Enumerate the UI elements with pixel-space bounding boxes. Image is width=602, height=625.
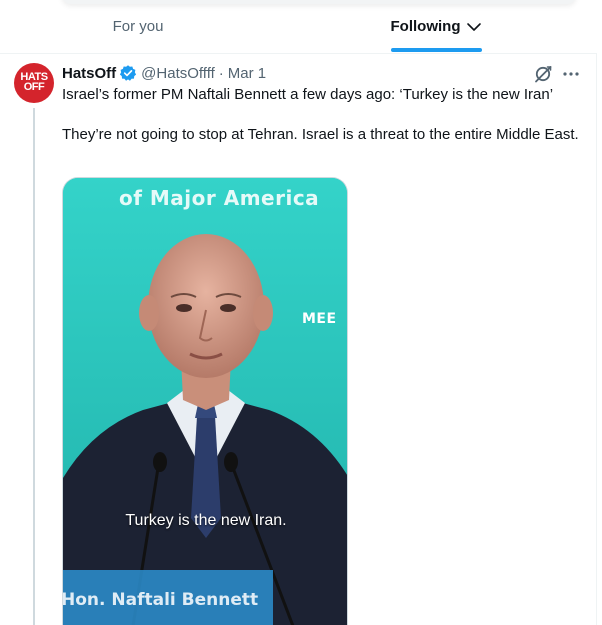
video-lower-third: Hon. Naftali Bennett bbox=[62, 590, 259, 610]
separator-dot: · bbox=[218, 64, 224, 82]
tweet-text-second: They’re not going to stop at Tehran. Isr… bbox=[62, 126, 579, 143]
more-options-icon[interactable] bbox=[561, 64, 581, 84]
video-banner-text: of Major America bbox=[119, 186, 320, 210]
tab-following[interactable]: Following bbox=[276, 0, 597, 53]
avatar-text-bottom: OFF bbox=[23, 81, 45, 93]
timeline-header: For you Following bbox=[0, 0, 597, 54]
tab-for-you-label: For you bbox=[112, 18, 164, 35]
chevron-down-icon[interactable] bbox=[466, 19, 482, 35]
avatar[interactable]: HATS OFF bbox=[14, 63, 54, 103]
video-caption: Turkey is the new Iran. bbox=[125, 512, 287, 529]
tab-following-label: Following bbox=[390, 18, 461, 35]
tweet-header: HatsOff @HatsOffff · Mar 1 bbox=[62, 63, 266, 83]
tweet-date[interactable]: Mar 1 bbox=[228, 65, 266, 82]
tweet-video[interactable]: of Major America MEE Turkey is the new I… bbox=[62, 177, 348, 625]
active-tab-indicator bbox=[391, 48, 482, 52]
display-name[interactable]: HatsOff bbox=[62, 65, 116, 82]
video-frame-illustration bbox=[63, 178, 347, 625]
user-handle[interactable]: @HatsOffff bbox=[141, 65, 215, 82]
tab-for-you[interactable]: For you bbox=[0, 0, 276, 53]
timeline-column: For you Following HATS OFF HatsOff @Hats… bbox=[0, 0, 597, 625]
thread-line bbox=[33, 108, 35, 625]
grok-icon[interactable] bbox=[533, 64, 553, 84]
tweet-text-first: Israel’s former PM Naftali Bennett a few… bbox=[62, 86, 554, 103]
verified-badge-icon[interactable] bbox=[119, 64, 137, 82]
mee-logo: MEE bbox=[302, 311, 337, 327]
